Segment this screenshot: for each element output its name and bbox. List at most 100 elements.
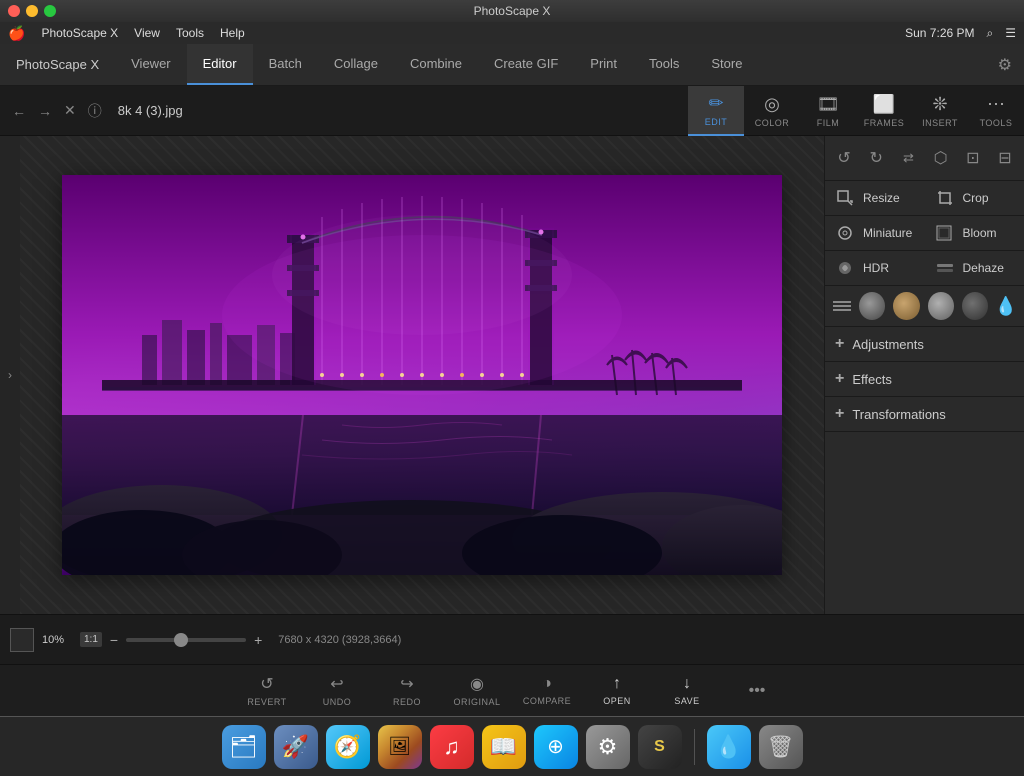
- zoom-thumbnail[interactable]: [10, 628, 34, 652]
- menu-time: Sun 7:26 PM: [905, 26, 974, 40]
- miniature-button[interactable]: Miniature: [825, 216, 925, 250]
- tone-circle-1[interactable]: [859, 292, 885, 320]
- dehaze-label: Dehaze: [963, 261, 1004, 275]
- more-button[interactable]: •••: [722, 665, 792, 717]
- tab-batch[interactable]: Batch: [253, 44, 318, 85]
- more-icon: •••: [749, 682, 766, 700]
- open-label: OPEN: [603, 696, 631, 706]
- tab-collage[interactable]: Collage: [318, 44, 394, 85]
- tab-store[interactable]: Store: [695, 44, 758, 85]
- app-menu[interactable]: PhotoScape X: [41, 26, 118, 40]
- insert-icon: ❊: [932, 94, 947, 115]
- revert-button[interactable]: ↺ REVERT: [232, 665, 302, 717]
- resize-icon: [835, 188, 855, 208]
- close-file-button[interactable]: ✕: [60, 98, 80, 123]
- tab-create-gif[interactable]: Create GIF: [478, 44, 574, 85]
- bloom-button[interactable]: Bloom: [925, 216, 1024, 250]
- tab-print[interactable]: Print: [574, 44, 633, 85]
- rotate-ccw-button[interactable]: ↺: [831, 144, 857, 172]
- frames-tool-button[interactable]: ⬜ FRAMES: [856, 86, 912, 136]
- resize-label: Resize: [863, 191, 900, 205]
- tone-circle-2[interactable]: [893, 292, 919, 320]
- minimize-button[interactable]: [26, 5, 38, 17]
- effects-section[interactable]: + Effects: [825, 362, 1024, 397]
- open-button[interactable]: ↑ OPEN: [582, 665, 652, 717]
- tools-menu[interactable]: Tools: [176, 26, 204, 40]
- app-nav: PhotoScape X Viewer Editor Batch Collage…: [0, 44, 1024, 86]
- dock-photo[interactable]: 🖼: [378, 725, 422, 769]
- tone-dropper[interactable]: 💧: [996, 292, 1016, 320]
- color-icon: ◎: [764, 94, 780, 115]
- dock-music[interactable]: ♫: [430, 725, 474, 769]
- info-button[interactable]: ⓘ: [84, 97, 106, 125]
- tools-tool-button[interactable]: ⋯ TOOLS: [968, 86, 1024, 136]
- undo-button[interactable]: ↩ UNDO: [302, 665, 372, 717]
- film-tool-button[interactable]: 🎞 FILM: [800, 86, 856, 136]
- dock-appstore[interactable]: ⊕: [534, 725, 578, 769]
- original-icon: ◉: [470, 674, 484, 694]
- original-button[interactable]: ◉ ORIGINAL: [442, 665, 512, 717]
- tab-viewer[interactable]: Viewer: [115, 44, 187, 85]
- save-button[interactable]: ↓ SAVE: [652, 665, 722, 717]
- tone-circle-4[interactable]: [962, 292, 988, 320]
- dock-trash[interactable]: 🗑: [759, 725, 803, 769]
- adjustments-section[interactable]: + Adjustments: [825, 327, 1024, 362]
- insert-tool-button[interactable]: ❊ INSERT: [912, 86, 968, 136]
- sidebar-toggle[interactable]: ›: [8, 368, 12, 382]
- canvas-image: [62, 175, 782, 575]
- zoom-minus-button[interactable]: −: [110, 632, 118, 648]
- edit-tool-button[interactable]: ✏ EDIT: [688, 86, 744, 136]
- nav-brand: PhotoScape X: [0, 44, 115, 85]
- compare-button[interactable]: ◑ COMPARE: [512, 665, 582, 717]
- feature-row-3: HDR Dehaze: [825, 251, 1024, 286]
- tab-tools[interactable]: Tools: [633, 44, 695, 85]
- redo-button[interactable]: ↪ REDO: [372, 665, 442, 717]
- tone-circle-3[interactable]: [928, 292, 954, 320]
- dehaze-button[interactable]: Dehaze: [925, 251, 1024, 285]
- zoom-slider[interactable]: [126, 638, 246, 642]
- expand-button[interactable]: ⊟: [992, 144, 1018, 172]
- hdr-button[interactable]: HDR: [825, 251, 925, 285]
- maximize-button[interactable]: [44, 5, 56, 17]
- color-tool-button[interactable]: ◎ COLOR: [744, 86, 800, 136]
- dock-finder[interactable]: 🗂: [222, 725, 266, 769]
- dock-blue[interactable]: 💧: [707, 725, 751, 769]
- dock-safari[interactable]: 🧭: [326, 725, 370, 769]
- adjustments-plus-icon: +: [835, 335, 844, 353]
- frames-icon: ⬜: [873, 94, 895, 115]
- help-menu[interactable]: Help: [220, 26, 245, 40]
- dock-books[interactable]: 📖: [482, 725, 526, 769]
- perspective-button[interactable]: ⬡: [928, 144, 954, 172]
- dock-rocket[interactable]: 🚀: [274, 725, 318, 769]
- rotate-cw-button[interactable]: ↻: [863, 144, 889, 172]
- compare-icon: ◑: [542, 675, 552, 693]
- forward-button[interactable]: →: [34, 99, 56, 123]
- compare-label: COMPARE: [523, 696, 571, 706]
- flip-h-button[interactable]: ⇄: [895, 144, 921, 172]
- transformations-section[interactable]: + Transformations: [825, 397, 1024, 432]
- tab-editor[interactable]: Editor: [187, 44, 253, 85]
- dock-settings[interactable]: ⚙: [586, 725, 630, 769]
- tone-lines-button[interactable]: [833, 301, 851, 311]
- search-icon[interactable]: ⌕: [987, 26, 994, 41]
- traffic-lights: [8, 5, 56, 17]
- straighten-button[interactable]: ⊡: [960, 144, 986, 172]
- dock-script[interactable]: S: [638, 725, 682, 769]
- view-menu[interactable]: View: [134, 26, 160, 40]
- back-button[interactable]: ←: [8, 99, 30, 123]
- settings-icon[interactable]: ⚙: [986, 44, 1024, 85]
- zoom-plus-button[interactable]: +: [254, 632, 262, 648]
- resize-button[interactable]: Resize: [825, 181, 925, 215]
- tab-combine[interactable]: Combine: [394, 44, 478, 85]
- save-icon: ↓: [683, 675, 691, 693]
- close-button[interactable]: [8, 5, 20, 17]
- redo-label: REDO: [393, 697, 421, 707]
- crop-button[interactable]: Crop: [925, 181, 1024, 215]
- menu-icon[interactable]: ☰: [1005, 26, 1016, 40]
- apple-menu[interactable]: 🍎: [8, 25, 25, 42]
- crop-label: Crop: [963, 191, 989, 205]
- tone-line-3: [833, 309, 851, 311]
- dock-separator: [694, 729, 695, 765]
- edit-tools-row: ↺ ↻ ⇄ ⬡ ⊡ ⊟: [825, 136, 1024, 181]
- zoom-1to1-button[interactable]: 1:1: [80, 632, 102, 647]
